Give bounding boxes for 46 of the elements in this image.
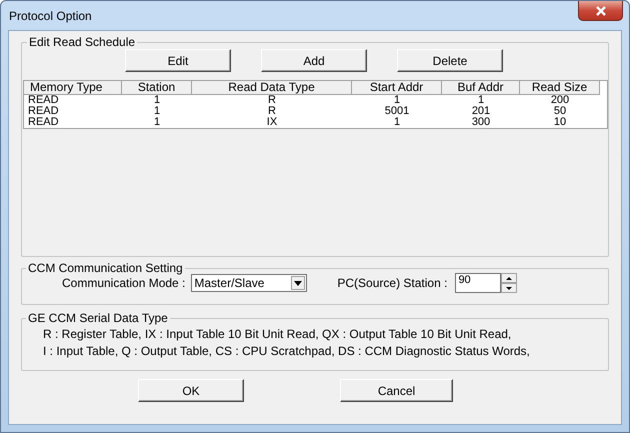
table-cell-text: 1 [152, 106, 162, 117]
up-arrow-icon [506, 276, 512, 280]
dialog-button[interactable]: Cancel [340, 379, 453, 402]
spin-down-button[interactable] [501, 283, 518, 293]
action-button[interactable]: Delete [397, 49, 503, 72]
group-title: Edit Read Schedule [28, 35, 136, 49]
group-title: GE CCM Serial Data Type [27, 311, 169, 325]
column-header[interactable]: Memory Type [24, 81, 122, 95]
column-header[interactable]: Read Data Type [192, 81, 352, 95]
spin-up-button[interactable] [501, 273, 518, 283]
table-cell-text: R [267, 106, 277, 117]
table-cell-text: 1 [392, 117, 402, 128]
mode-label: Communication Mode : [62, 276, 186, 290]
table-cell-text: READ [27, 117, 60, 128]
table-cell-text: 200 [550, 95, 570, 106]
table-cell-text: 201 [470, 106, 492, 117]
table-cell-text: 10 [552, 117, 568, 128]
action-button[interactable]: Edit [125, 49, 231, 72]
table-cell-text: IX [266, 117, 278, 128]
station-field[interactable]: 90 [455, 273, 502, 293]
table-cell-text: READ [27, 95, 60, 106]
legend-text: R : Register Table, IX : Input Table 10 Bit Unit Read, QX : Output Table 10 Bit Unit Read, [43, 327, 512, 341]
dialog-button[interactable]: OK [138, 379, 244, 402]
column-header[interactable]: Station [122, 81, 192, 95]
dropdown-arrow-icon [294, 280, 302, 286]
table-cell-text: READ [27, 106, 60, 117]
close-icon [594, 6, 606, 16]
table-cell-text: 5001 [384, 106, 410, 117]
action-button[interactable]: Add [261, 49, 367, 72]
group-title: CCM Communication Setting [27, 261, 184, 275]
window-title: Protocol Option [8, 8, 92, 23]
table-cell-text: 1 [152, 95, 162, 106]
column-header[interactable]: Start Addr [352, 81, 442, 95]
table-cell-text: 300 [470, 117, 492, 128]
close-button[interactable] [578, 1, 623, 21]
table-cell-text: 1 [392, 95, 402, 106]
table-cell-text: 1 [476, 95, 486, 106]
table-cell-text: 1 [152, 117, 162, 128]
column-header[interactable]: Buf Addr [442, 81, 520, 95]
column-header[interactable]: Read Size [520, 81, 600, 95]
down-arrow-icon [506, 286, 512, 290]
table-cell-text: 50 [552, 106, 568, 117]
legend-text: I : Input Table, Q : Output Table, CS : CPU Scratchpad, DS : CCM Diagnostic Status Words, [43, 344, 531, 358]
table-cell-text: R [267, 95, 277, 106]
mode-dropdown[interactable]: Master/Slave [191, 274, 308, 292]
station-label: PC(Source) Station : [337, 276, 448, 290]
